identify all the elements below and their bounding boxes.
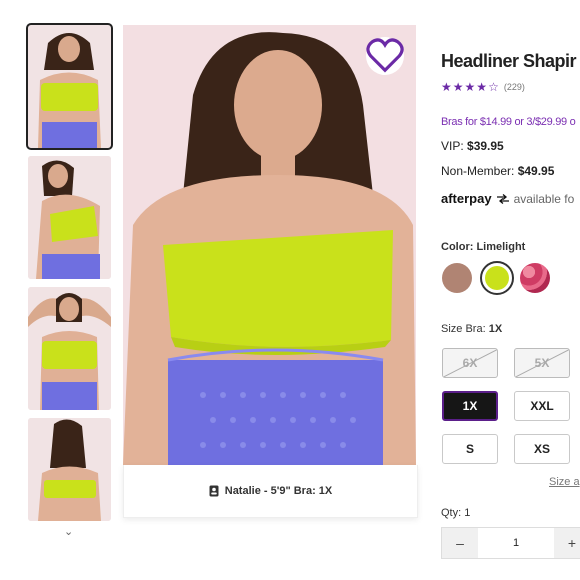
star-icon: ★ (441, 80, 452, 94)
nonmember-price: $49.95 (517, 164, 555, 178)
afterpay-logo: afterpay (441, 191, 492, 206)
nonmember-label: Non-Member: (441, 164, 515, 178)
star-icon: ★ (464, 80, 476, 94)
size-xxl[interactable]: XXL (514, 391, 570, 421)
size-1x[interactable]: 1X (442, 391, 498, 421)
quantity-stepper: – 1 + (441, 527, 580, 559)
thumbnail-1[interactable] (26, 23, 113, 150)
size-label: Size Bra: 1X (441, 323, 503, 335)
afterpay-row: afterpay available fo (441, 191, 574, 206)
swatch-mocha[interactable] (442, 263, 472, 293)
qty-label: Qty: 1 (441, 507, 471, 519)
swatch-limelight[interactable] (480, 261, 514, 295)
afterpay-arrows-icon (496, 193, 509, 204)
vip-price: $39.95 (467, 139, 504, 153)
model-caption-text: Natalie - 5'9" Bra: 1X (224, 485, 333, 497)
size-guide-link[interactable]: Size a (549, 476, 580, 488)
size-s[interactable]: S (442, 434, 498, 464)
vip-label: VIP: (441, 139, 464, 153)
afterpay-text: available fo (513, 191, 575, 206)
heart-icon (366, 38, 404, 73)
size-6x: 6X (442, 348, 498, 378)
star-icon: ★ (476, 80, 488, 94)
qty-label-value: 1 (464, 507, 471, 519)
size-selected: 1X (488, 323, 503, 335)
vip-price-row: VIP: $39.95 (441, 139, 504, 153)
wishlist-heart-button[interactable] (366, 37, 404, 75)
qty-plus-button[interactable]: + (554, 528, 580, 558)
product-title: Headliner Shapir (441, 51, 577, 71)
model-info-caption: Natalie - 5'9" Bra: 1X (123, 465, 418, 518)
color-label: Color: Limelight (441, 241, 526, 253)
nonmember-price-row: Non-Member: $49.95 (441, 164, 554, 178)
qty-value[interactable]: 1 (478, 537, 554, 549)
color-selected: Limelight (476, 241, 526, 253)
swatch-limelight-fill (485, 266, 509, 290)
size-5x: 5X (514, 348, 570, 378)
product-main-image (123, 25, 416, 465)
star-half-icon: ☆ (488, 80, 499, 94)
rating[interactable]: ★ ★ ★ ★ ☆ (229) (441, 80, 525, 94)
product-details-panel: Headliner Shapir ★ ★ ★ ★ ☆ (229) Bras fo… (441, 0, 580, 580)
review-count: (229) (503, 82, 525, 92)
chevron-down-icon[interactable]: ⌄ (64, 525, 73, 538)
qty-minus-button[interactable]: – (442, 528, 478, 558)
size-xs[interactable]: XS (514, 434, 570, 464)
promo-text: Bras for $14.99 or 3/$29.99 o (441, 116, 576, 128)
thumbnail-4[interactable] (28, 418, 111, 521)
thumbnail-2[interactable] (28, 156, 111, 279)
star-icon: ★ (452, 80, 464, 94)
swatch-pink-animal[interactable] (520, 263, 550, 293)
thumbnail-3[interactable] (28, 287, 111, 410)
model-badge-icon (209, 485, 219, 497)
